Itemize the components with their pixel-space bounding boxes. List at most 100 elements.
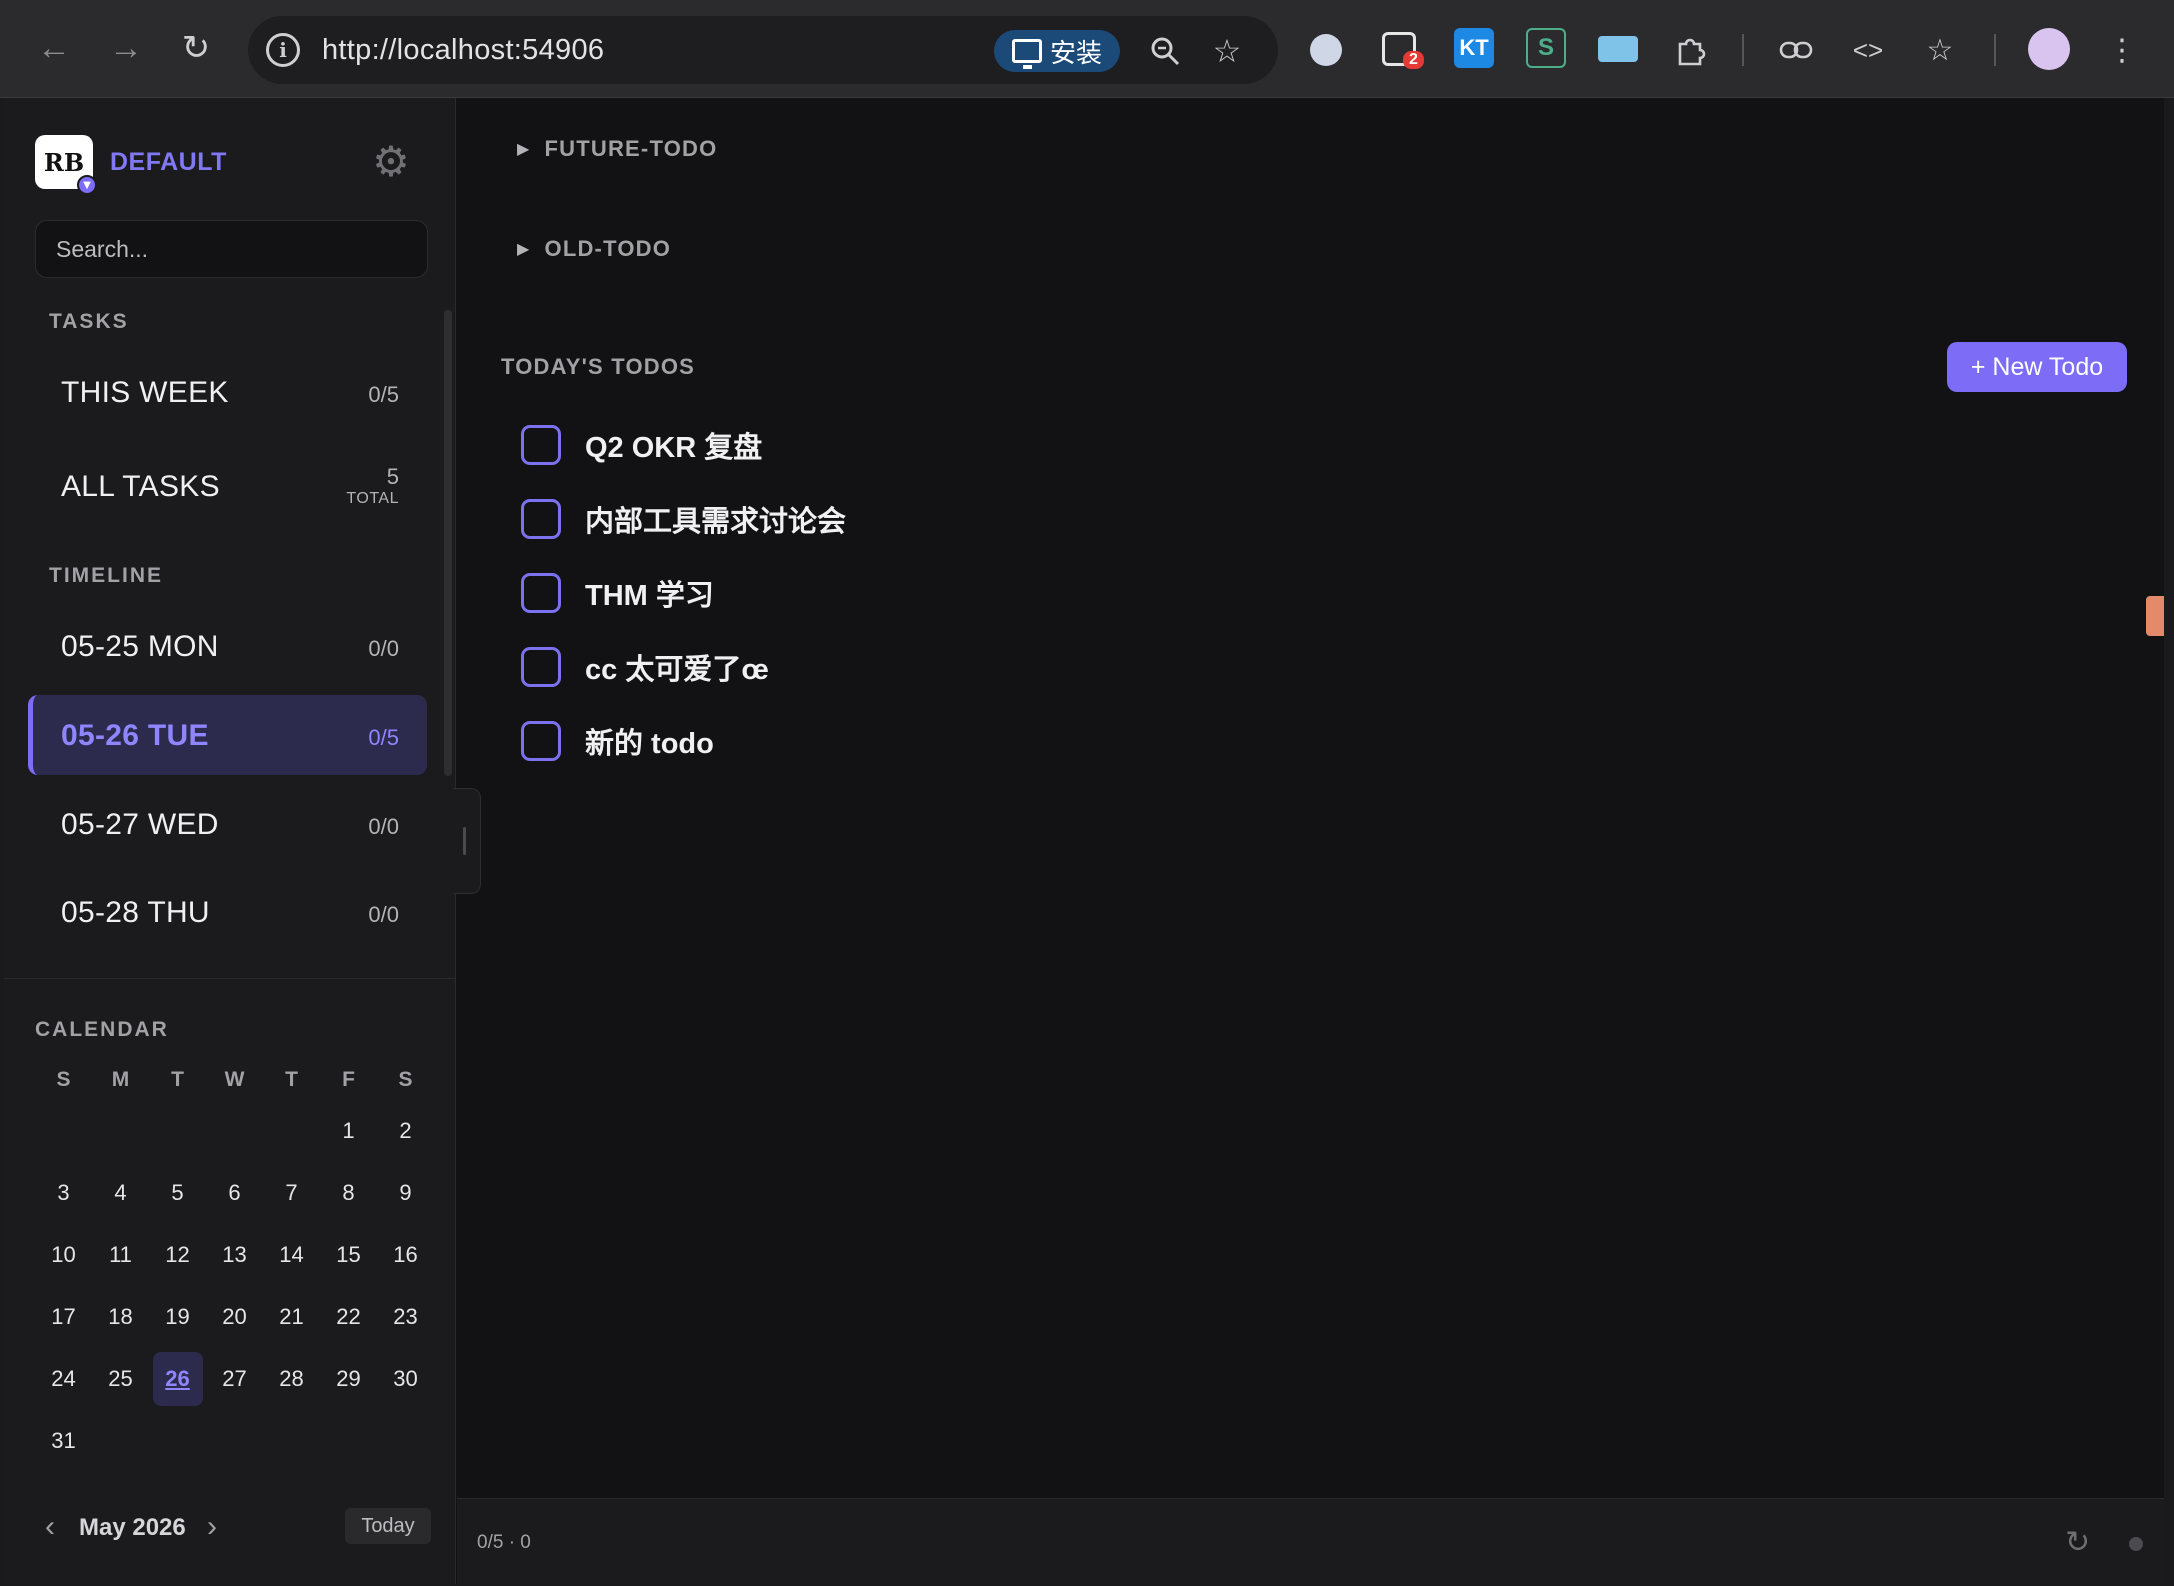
old-todo-section[interactable]: ▶ OLD-TODO [517,236,671,262]
todo-text[interactable]: Q2 OKR 复盘 [585,424,762,466]
calendar-day[interactable]: 31 [35,1410,92,1472]
calendar-day[interactable]: 1 [320,1100,377,1162]
weekday-label: W [224,1068,245,1091]
reload-icon[interactable]: ↻ [174,26,218,70]
calendar-day[interactable]: 7 [263,1162,320,1224]
chevron-right-icon[interactable]: › [207,1510,217,1544]
zoom-icon[interactable] [1144,30,1186,72]
calendar-empty-cell [263,1410,320,1472]
back-icon[interactable]: ← [32,26,76,70]
calendar-day[interactable]: 10 [35,1224,92,1286]
app-logo[interactable]: RB ▼ [35,135,97,195]
toolbar-separator [1742,34,1744,66]
gear-icon[interactable]: ⚙ [368,138,414,185]
search-input[interactable] [35,220,428,278]
calendar-day[interactable]: 9 [377,1162,434,1224]
calendar-day-number: 23 [393,1304,418,1329]
todo-checkbox[interactable] [521,573,561,613]
star-list-icon[interactable]: ☆ [1918,28,1962,72]
todo-item[interactable]: Q2 OKR 复盘 [521,408,846,482]
calendar-day[interactable]: 3 [35,1162,92,1224]
todo-item[interactable]: cc 太可爱了œ [521,630,846,704]
timeline-item[interactable]: 05-27 WED 0/0 [28,784,427,864]
timeline-label: 05-28 THU [61,896,210,929]
calendar-day[interactable]: 13 [206,1224,263,1286]
refresh-icon[interactable]: ↻ [2065,1525,2090,1560]
profile-avatar-icon[interactable] [2028,28,2070,70]
todo-text[interactable]: 新的 todo [585,720,714,762]
todo-checkbox[interactable] [521,647,561,687]
timeline-item-selected[interactable]: 05-26 TUE 0/5 [28,695,427,775]
nav-this-week[interactable]: THIS WEEK 0/5 [28,352,427,432]
todo-text[interactable]: cc 太可爱了œ [585,646,769,688]
calendar-today-button[interactable]: Today [345,1508,431,1544]
sidebar-scrollbar[interactable] [444,310,452,776]
workspace-dropdown-icon[interactable]: ▼ [77,175,97,195]
site-info-icon[interactable]: i [266,33,300,67]
workspace-name[interactable]: DEFAULT [110,148,227,177]
browser-menu-icon[interactable]: ⋮ [2100,28,2144,72]
calendar-day[interactable]: 22 [320,1286,377,1348]
calendar-day[interactable]: 12 [149,1224,206,1286]
calendar-day[interactable]: 27 [206,1348,263,1410]
calendar-day[interactable]: 26 [149,1348,206,1410]
status-text: 0/5 · 0 [477,1532,531,1553]
todo-item[interactable]: 新的 todo [521,704,846,778]
calendar-day[interactable]: 25 [92,1348,149,1410]
extensions-puzzle-icon[interactable] [1668,28,1712,72]
calendar-empty-cell [149,1410,206,1472]
calendar-day-number: 24 [51,1366,76,1391]
install-app-button[interactable]: 安装 [994,30,1120,72]
calendar-day[interactable]: 21 [263,1286,320,1348]
calendar-day[interactable]: 17 [35,1286,92,1348]
timeline-item[interactable]: 05-28 THU 0/0 [28,872,427,952]
todo-checkbox[interactable] [521,499,561,539]
todo-text[interactable]: 内部工具需求讨论会 [585,498,846,540]
url-text[interactable]: http://localhost:54906 [322,34,604,67]
calendar-day[interactable]: 15 [320,1224,377,1286]
todo-text[interactable]: THM 学习 [585,572,714,614]
calendar-day[interactable]: 30 [377,1348,434,1410]
calendar-day[interactable]: 6 [206,1162,263,1224]
forward-icon[interactable]: → [104,26,148,70]
code-icon[interactable]: <> [1846,28,1890,72]
todo-checkbox[interactable] [521,425,561,465]
calendar-day[interactable]: 23 [377,1286,434,1348]
calendar-day[interactable]: 18 [92,1286,149,1348]
todo-checkbox[interactable] [521,721,561,761]
calendar-day[interactable]: 11 [92,1224,149,1286]
kt-extension-icon[interactable]: KT [1454,28,1494,68]
calendar-day[interactable]: 16 [377,1224,434,1286]
chevron-left-icon[interactable]: ‹ [45,1510,55,1544]
calendar-day[interactable]: 4 [92,1162,149,1224]
timeline-section-title: TIMELINE [49,564,163,587]
edge-tab[interactable] [2146,596,2164,636]
calendar-day-number: 18 [108,1304,133,1329]
calendar-day[interactable]: 28 [263,1348,320,1410]
extension-circle-icon[interactable] [1310,34,1342,66]
calendar-day[interactable]: 20 [206,1286,263,1348]
todo-item[interactable]: 内部工具需求讨论会 [521,482,846,556]
timeline-item[interactable]: 05-25 MON 0/0 [28,606,427,686]
section-label: OLD-TODO [544,236,672,261]
calendar-day[interactable]: 19 [149,1286,206,1348]
calendar-day[interactable]: 24 [35,1348,92,1410]
bookmark-star-icon[interactable]: ☆ [1206,30,1248,72]
todo-item[interactable]: THM 学习 [521,556,846,630]
calendar-day[interactable]: 8 [320,1162,377,1224]
calendar-day[interactable]: 5 [149,1162,206,1224]
calendar-day[interactable]: 29 [320,1348,377,1410]
calendar-day[interactable]: 2 [377,1100,434,1162]
nav-all-tasks[interactable]: ALL TASKS 5 TOTAL [28,446,427,526]
s-extension-icon[interactable]: S [1526,28,1566,68]
link-icon[interactable] [1774,28,1818,72]
calendar-day[interactable]: 14 [263,1224,320,1286]
shorts-extension-icon[interactable] [1598,36,1638,62]
calendar-day-number: 20 [222,1304,247,1329]
future-todo-section[interactable]: ▶ FUTURE-TODO [517,136,717,162]
timeline-label: 05-25 MON [61,630,219,663]
timeline-count: 0/0 [368,814,399,839]
new-todo-button[interactable]: + New Todo [1947,342,2127,392]
extension-badge-icon[interactable]: 2 [1382,32,1424,69]
address-bar[interactable]: i http://localhost:54906 安装 ☆ [248,16,1278,84]
